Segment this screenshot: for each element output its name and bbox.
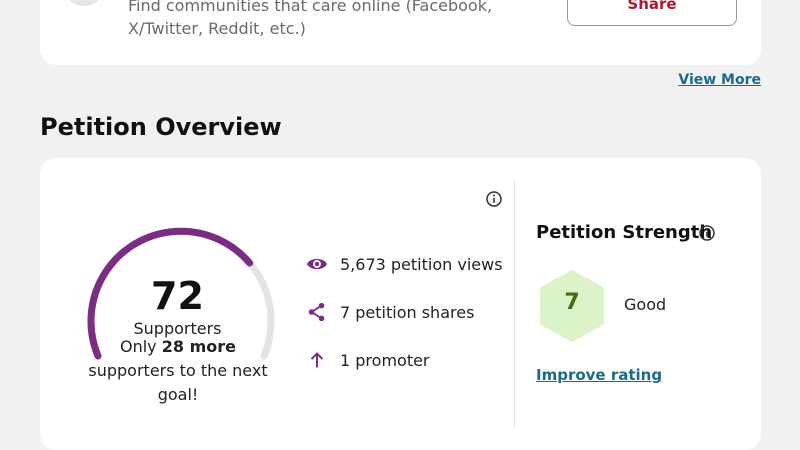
- improve-rating-link[interactable]: Improve rating: [536, 366, 662, 384]
- arrow-up-icon: [310, 352, 324, 368]
- stat-promoters-text: 1 promoter: [340, 350, 430, 370]
- section-title: Petition Overview: [40, 113, 282, 141]
- stat-views-text: 5,673 petition views: [340, 254, 503, 274]
- stat-shares-text: 7 petition shares: [340, 302, 475, 322]
- vertical-divider: [514, 180, 515, 428]
- strength-rating: Good: [624, 295, 667, 314]
- info-icon[interactable]: [485, 190, 503, 208]
- share-button[interactable]: Share: [567, 0, 737, 26]
- strength-title: Petition Strength: [536, 222, 713, 243]
- stat-promoters: 1 promoter: [306, 349, 430, 371]
- goal-prefix: Only: [120, 337, 162, 356]
- strength-score: 7: [564, 290, 580, 315]
- share-icon: [308, 302, 325, 322]
- stat-views: 5,673 petition views: [306, 253, 503, 275]
- supporters-count: 72: [151, 274, 204, 318]
- goal-suffix: supporters to the next goal!: [88, 361, 268, 404]
- eye-icon: [306, 258, 328, 270]
- share-card-description: Find communities that care online (Faceb…: [128, 0, 493, 38]
- goal-highlight: 28 more: [161, 337, 236, 356]
- view-more-link[interactable]: View More: [678, 72, 761, 88]
- goal-message: Only 28 more supporters to the next goal…: [86, 335, 270, 407]
- stat-shares: 7 petition shares: [306, 301, 474, 323]
- strength-info-icon[interactable]: [698, 224, 716, 242]
